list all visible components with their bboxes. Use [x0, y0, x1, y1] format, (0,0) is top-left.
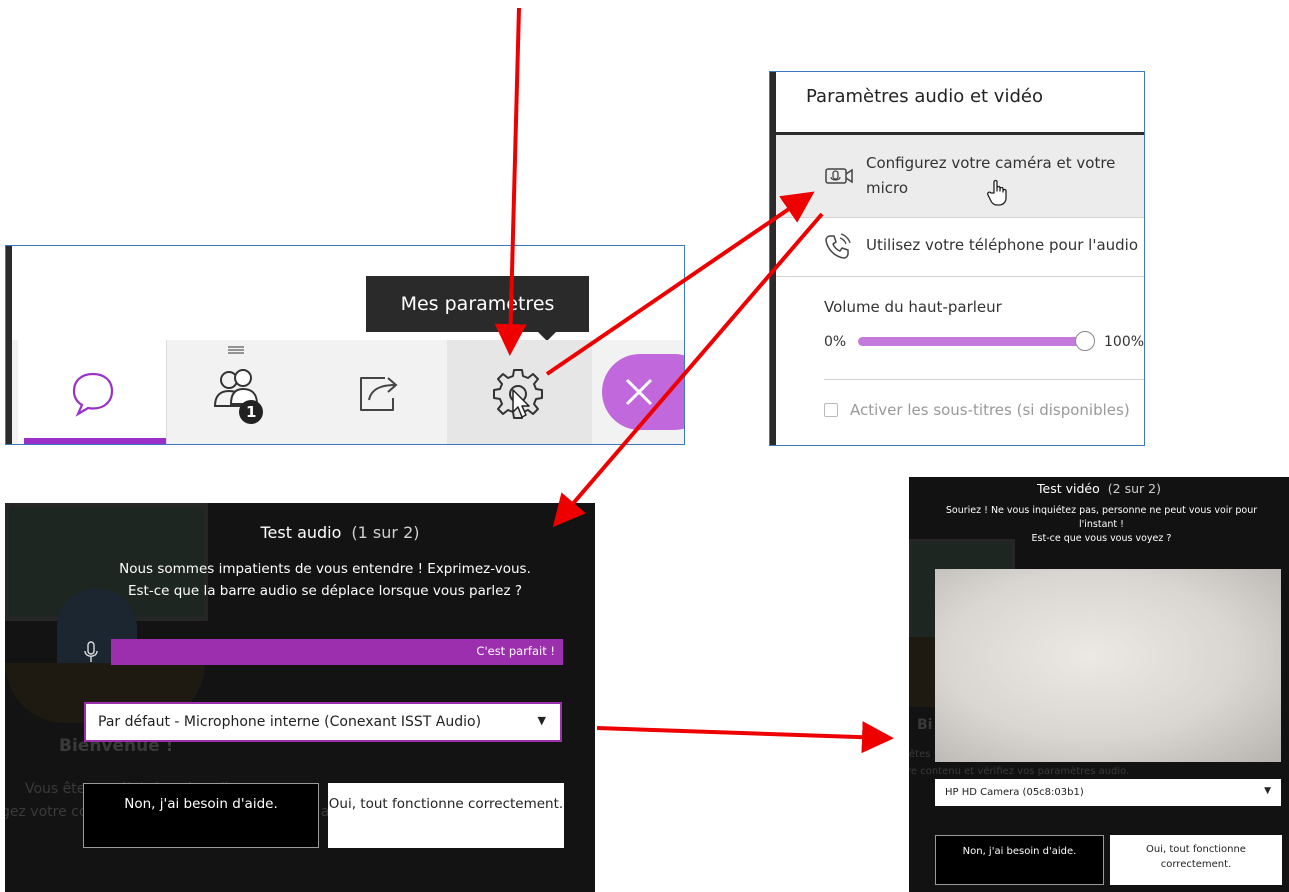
- audio-meter-status: C'est parfait !: [476, 644, 555, 658]
- toolbar-panel: Mes paramètres 1: [5, 245, 685, 445]
- video-desc-line-2: Est-ce que vous vous voyez ?: [1031, 533, 1172, 544]
- audio-level-meter: C'est parfait !: [111, 639, 563, 665]
- audio-test-step: (1 sur 2): [351, 523, 420, 542]
- use-phone-audio-item[interactable]: Utilisez votre téléphone pour l'audio: [776, 218, 1144, 277]
- divider: [824, 379, 1144, 380]
- dropdown-caret-icon: ▼: [537, 714, 546, 727]
- collaborate-toolbar: 1: [12, 340, 684, 444]
- phone-icon: [825, 233, 851, 259]
- video-test-title: Test vidéo (2 sur 2): [909, 481, 1289, 496]
- audio-desc-line-1: Nous sommes impatients de vous entendre …: [119, 561, 531, 577]
- attendee-count-badge: 1: [246, 403, 257, 421]
- attendees-icon: [213, 369, 263, 424]
- video-test-description: Souriez ! Ne vous inquiétez pas, personn…: [929, 504, 1274, 546]
- volume-slider-thumb[interactable]: [1075, 331, 1095, 351]
- everything-works-button[interactable]: Oui, tout fonctionne correctement.: [328, 783, 564, 848]
- microphone-select[interactable]: Par défaut - Microphone interne (Conexan…: [84, 702, 562, 742]
- mouse-pointer-icon: [512, 389, 530, 418]
- volume-max-label: 100%: [1104, 334, 1145, 350]
- camera-preview: [935, 569, 1281, 762]
- settings-tooltip: Mes paramètres: [366, 276, 589, 341]
- audio-test-title: Test audio (1 sur 2): [5, 523, 595, 542]
- audio-desc-line-2: Est-ce que la barre audio se déplace lor…: [127, 583, 523, 599]
- menu-handle-icon: [228, 346, 244, 354]
- audio-test-panel: Bienvenue ! Vous êtes seul(e) dans la sa…: [5, 503, 595, 892]
- settings-title: Paramètres audio et vidéo: [806, 86, 1043, 107]
- subtitles-label: Activer les sous-titres (si disponibles): [850, 401, 1130, 419]
- chat-bubble-icon: [72, 372, 114, 417]
- need-help-button[interactable]: Non, j'ai besoin d'aide.: [935, 835, 1104, 885]
- active-tab-indicator: [24, 438, 166, 444]
- volume-min-label: 0%: [824, 334, 847, 350]
- arrow-to-video-test: [596, 721, 894, 754]
- video-test-heading: Test vidéo: [1037, 481, 1100, 496]
- volume-slider-track[interactable]: [858, 337, 1088, 346]
- my-settings-button[interactable]: [447, 340, 592, 444]
- share-content-button[interactable]: [307, 340, 447, 444]
- chat-button[interactable]: [18, 340, 167, 444]
- camera-select-value: HP HD Camera (05c8:03b1): [945, 787, 1084, 798]
- microphone-select-value: Par défaut - Microphone interne (Conexan…: [98, 714, 482, 730]
- audio-video-settings-panel: Paramètres audio et vidéo Configurez vot…: [769, 71, 1145, 446]
- attendees-button[interactable]: 1: [167, 340, 307, 444]
- subtitles-checkbox[interactable]: [824, 403, 838, 417]
- camera-select[interactable]: HP HD Camera (05c8:03b1) ▼: [935, 779, 1281, 806]
- camera-mic-icon: [825, 168, 853, 184]
- speaker-volume-label: Volume du haut-parleur: [824, 298, 1002, 316]
- background-text-2: re contenu et vérifiez vos paramètres au…: [909, 766, 1130, 777]
- background-welcome: Bi: [917, 717, 933, 733]
- share-content-icon: [360, 377, 398, 411]
- leave-session-button[interactable]: [602, 354, 684, 430]
- close-icon: [625, 378, 653, 406]
- hand-cursor-icon: [987, 179, 1007, 206]
- audio-test-description: Nous sommes impatients de vous entendre …: [65, 558, 585, 602]
- dropdown-caret-icon: ▼: [1264, 786, 1271, 796]
- background-text-1: êtes: [909, 749, 931, 760]
- configure-camera-mic-item[interactable]: Configurez votre caméra et votre micro: [776, 135, 1144, 218]
- video-test-step: (2 sur 2): [1107, 481, 1161, 496]
- use-phone-audio-label: Utilisez votre téléphone pour l'audio: [866, 236, 1139, 254]
- video-test-panel: Bi êtes re contenu et vérifiez vos param…: [909, 477, 1289, 892]
- need-help-button[interactable]: Non, j'ai besoin d'aide.: [83, 783, 319, 848]
- audio-test-heading: Test audio: [260, 523, 342, 542]
- microphone-icon: [83, 641, 99, 667]
- everything-works-button[interactable]: Oui, tout fonctionne correctement.: [1110, 835, 1282, 885]
- tooltip-text: Mes paramètres: [400, 293, 555, 315]
- video-desc-line-1: Souriez ! Ne vous inquiétez pas, personn…: [945, 505, 1258, 530]
